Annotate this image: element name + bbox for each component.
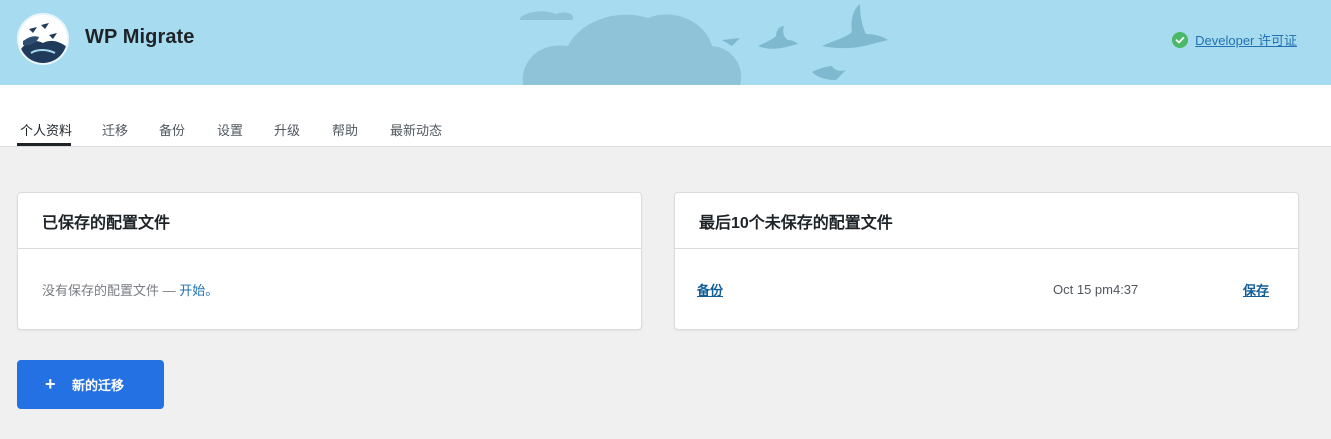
wp-migrate-logo (17, 13, 69, 65)
tab-profiles[interactable]: 个人资料 (20, 120, 72, 139)
main-nav: 个人资料 迁移 备份 设置 升级 帮助 最新动态 (0, 85, 1331, 147)
empty-message-text: 没有保存的配置文件 — (42, 282, 180, 298)
check-circle-icon (1172, 31, 1189, 48)
tab-whats-new[interactable]: 最新动态 (390, 120, 442, 139)
unsaved-profiles-card: 最后10个未保存的配置文件 备份 Oct 15 pm4:37 保存 (674, 192, 1299, 330)
tab-upgrade[interactable]: 升级 (274, 120, 300, 139)
saved-profiles-title: 已保存的配置文件 (18, 193, 641, 249)
new-migration-label: 新的迁移 (72, 378, 125, 393)
save-profile-link[interactable]: 保存 (1243, 280, 1269, 299)
active-tab-indicator (17, 143, 71, 146)
table-row: 备份 Oct 15 pm4:37 保存 (675, 249, 1298, 329)
new-migration-button[interactable]: + 新的迁移 (17, 360, 164, 409)
saved-profiles-body: 没有保存的配置文件 — 开始。 (18, 249, 641, 329)
empty-message: 没有保存的配置文件 — 开始。 (18, 280, 218, 299)
tab-migrate[interactable]: 迁移 (102, 120, 128, 139)
saved-profiles-card: 已保存的配置文件 没有保存的配置文件 — 开始。 (17, 192, 642, 330)
tab-settings[interactable]: 设置 (217, 120, 243, 139)
tab-help[interactable]: 帮助 (332, 120, 358, 139)
license-link[interactable]: Developer 许可证 (1195, 30, 1297, 49)
tab-backups[interactable]: 备份 (159, 120, 185, 139)
license-status: Developer 许可证 (1172, 30, 1297, 49)
profile-name-link[interactable]: 备份 (697, 280, 723, 299)
profile-date: Oct 15 pm4:37 (1053, 281, 1139, 297)
header-banner: WP Migrate Developer 许可证 (0, 0, 1331, 85)
unsaved-profiles-title: 最后10个未保存的配置文件 (675, 193, 1298, 249)
app-title: WP Migrate (85, 26, 195, 48)
plus-icon: + (45, 374, 56, 394)
banner-illustration (520, 4, 888, 85)
get-started-link[interactable]: 开始。 (179, 283, 218, 298)
